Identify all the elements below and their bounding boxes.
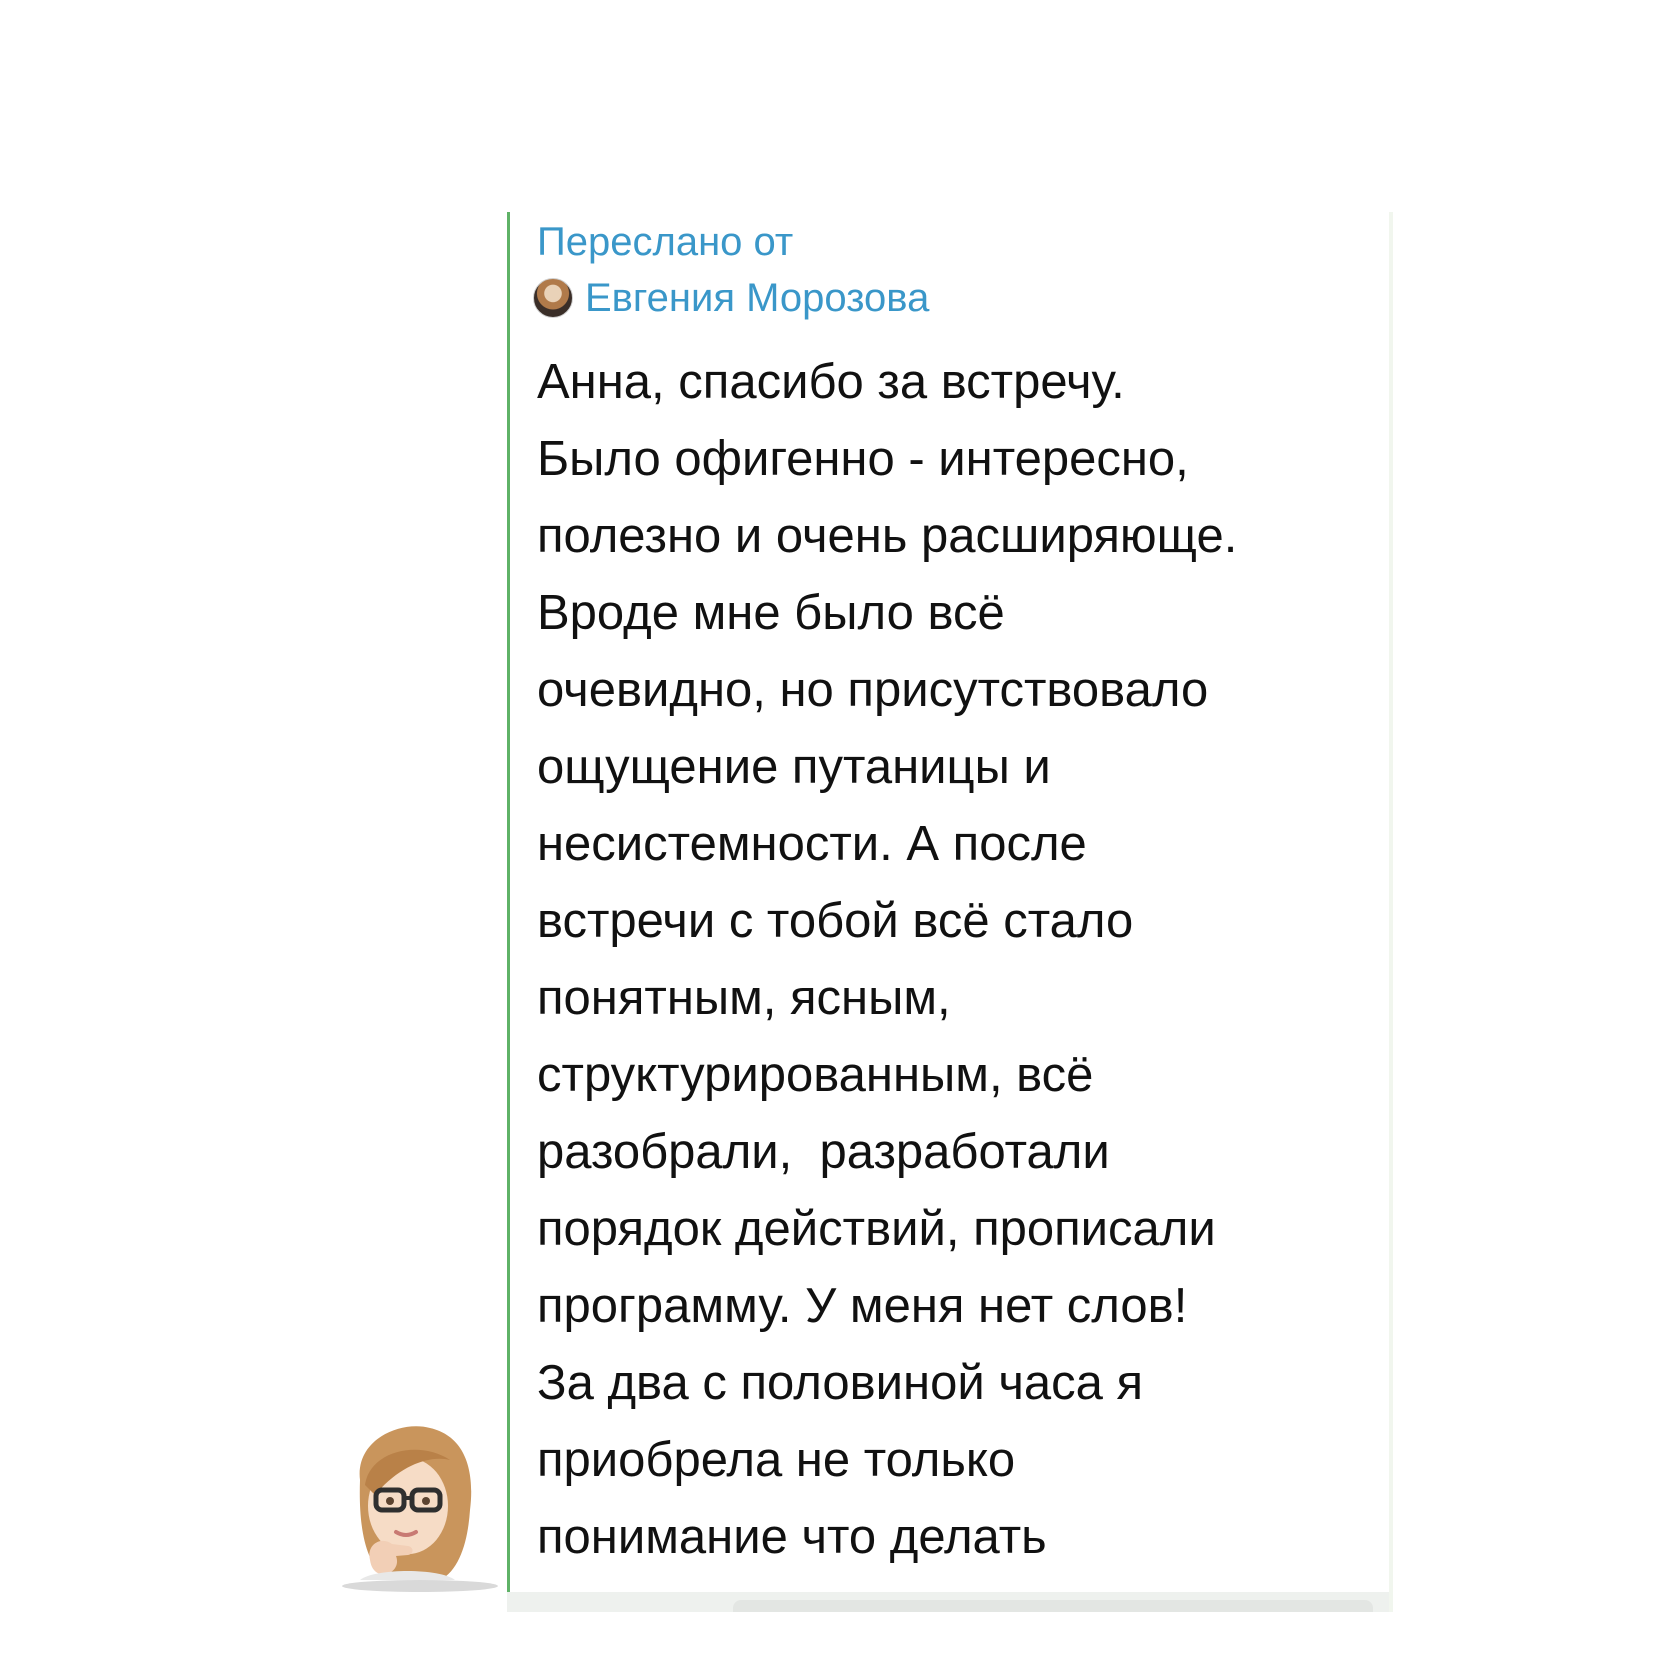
forwarded-message-bubble: Переслано от Евгения Морозова Анна, спас… [507, 212, 1393, 1612]
message-line: программу. У меня нет слов! [537, 1279, 1188, 1333]
message-line: приобрела не только [537, 1433, 1016, 1487]
message-line: несистемности. А после [537, 817, 1087, 871]
input-area-edge [733, 1600, 1373, 1612]
forward-sender[interactable]: Евгения Морозова [533, 278, 929, 318]
bubble-bottom-edge [507, 1592, 1393, 1612]
sender-avatar[interactable] [533, 278, 573, 318]
forwarded-from-label: Переслано от [537, 220, 794, 264]
message-line: ощущение путаницы и [537, 740, 1051, 794]
message-line: разобрали, разработали [537, 1125, 1110, 1179]
message-line: полезно и очень расширяюще. [537, 509, 1238, 563]
message-line: За два с половиной часа я [537, 1356, 1143, 1410]
message-line: Вроде мне было всё [537, 586, 1005, 640]
message-line: понятным, ясным, [537, 971, 951, 1025]
message-line: понимание что делать [537, 1510, 1047, 1564]
message-line: порядок действий, прописали [537, 1202, 1216, 1256]
forward-indicator-bar [507, 212, 510, 1592]
memoji-illustration [342, 1426, 498, 1592]
bubble-corner-mark [1389, 212, 1393, 228]
message-line: Анна, спасибо за встречу. [537, 355, 1125, 409]
memoji-avatar [330, 1420, 500, 1596]
message-line: очевидно, но присутствовало [537, 663, 1209, 717]
message-line: встречи с тобой всё стало [537, 894, 1134, 948]
sender-name-link[interactable]: Евгения Морозова [585, 278, 929, 318]
message-text: Анна, спасибо за встречу. Было офигенно … [537, 344, 1367, 1576]
message-line: Было офигенно - интересно, [537, 432, 1189, 486]
message-line: структурированным, всё [537, 1048, 1094, 1102]
